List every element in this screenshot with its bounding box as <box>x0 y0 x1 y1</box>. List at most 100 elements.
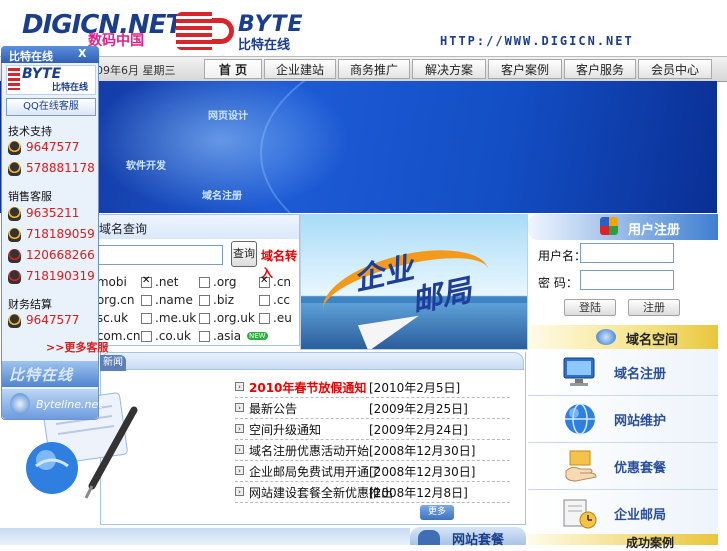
ext-checkbox[interactable] <box>141 295 152 306</box>
ext-sc-uk[interactable]: .sc.uk <box>93 311 143 327</box>
nav-customer-service[interactable]: 客户服务 <box>564 59 636 79</box>
banner-arc <box>260 81 717 213</box>
ext-me-uk[interactable]: .me.uk <box>141 311 197 327</box>
ext-asia[interactable]: .asia NEW <box>199 329 269 345</box>
login-button[interactable]: 登陆 <box>564 299 616 316</box>
qq-online-button[interactable]: QQ在线客服 <box>6 98 96 116</box>
qq-contact[interactable]: 718190319 <box>8 268 96 286</box>
news-item[interactable]: › 最新公告 [2009年2月25日] <box>235 398 510 419</box>
register-header <box>528 214 718 240</box>
ext-org-uk[interactable]: .org.uk <box>199 311 257 327</box>
qq-contact[interactable]: 9635211 <box>8 205 96 223</box>
globe-icon <box>565 403 595 435</box>
domain-search-button[interactable]: 查询 <box>231 241 257 267</box>
nav-site-building[interactable]: 企业建站 <box>264 59 336 79</box>
ext-label: .net <box>155 275 179 289</box>
qq-contact[interactable]: 578881178 <box>8 160 96 178</box>
service-enterprise-mail[interactable]: 企业邮局 <box>528 490 718 537</box>
news-tab <box>100 352 524 370</box>
ext-checkbox[interactable] <box>199 295 210 306</box>
globe-small-icon <box>596 329 616 345</box>
nav-promotion[interactable]: 商务推广 <box>338 59 410 79</box>
ext-label: .cc <box>273 293 291 307</box>
ext-checkbox[interactable] <box>259 295 270 306</box>
news-title[interactable]: 空间升级通知 <box>249 421 321 438</box>
login-form: 用户名： 密 码： 登陆 注册 <box>528 240 718 322</box>
ext-checkbox[interactable] <box>199 277 210 288</box>
news-title[interactable]: 企业邮局免费试用开通了 <box>249 463 381 480</box>
ext-checkbox[interactable] <box>259 313 270 324</box>
qq-contact[interactable]: 718189059 <box>8 226 96 244</box>
byte-logo[interactable]: BYTE 比特在线 <box>176 12 311 53</box>
qq-penguin-icon <box>8 141 21 155</box>
ext-biz[interactable]: .biz <box>199 293 249 309</box>
mail-clock-icon <box>563 499 597 529</box>
password-input[interactable] <box>580 270 674 290</box>
service-label: 优惠套餐 <box>614 461 667 476</box>
ext-checkbox[interactable] <box>199 331 210 342</box>
ext-name[interactable]: .name <box>141 293 197 309</box>
ext-eu[interactable]: .eu <box>259 311 299 327</box>
news-title[interactable]: 2010年春节放假通知 <box>249 379 366 396</box>
ext-cc[interactable]: .cc <box>259 293 299 309</box>
news-bullet-icon: › <box>235 487 244 496</box>
nav-cases[interactable]: 客户案例 <box>488 59 562 79</box>
domain-space-header <box>528 325 718 349</box>
new-badge: NEW <box>247 332 268 340</box>
ext-checkbox[interactable] <box>199 313 210 324</box>
news-bullet-icon: › <box>235 424 244 433</box>
ext-net[interactable]: .net <box>141 275 191 291</box>
nav-solutions[interactable]: 解决方案 <box>412 59 486 79</box>
qq-group-tech: 技术支持 <box>8 125 52 138</box>
service-domain-register[interactable]: 域名注册 <box>528 349 718 396</box>
register-button-label: 注册 <box>643 301 665 314</box>
service-discount-package[interactable]: 优惠套餐 <box>528 443 718 490</box>
news-date: [2009年2月25日] <box>369 402 468 416</box>
domain-search-header: 域名查询 <box>89 215 299 239</box>
news-bullet-icon: › <box>235 382 244 391</box>
ext-checkbox[interactable] <box>141 275 152 288</box>
news-title[interactable]: 最新公告 <box>249 400 297 417</box>
ext-checkbox[interactable] <box>141 313 152 324</box>
register-title: 用户注册 <box>628 223 681 238</box>
news-item[interactable]: › 网站建设套餐全新优惠推出 [2008年12月8日] <box>235 482 510 503</box>
ext-mobi[interactable]: .mobi <box>93 275 143 291</box>
service-label: 企业邮局 <box>614 508 667 523</box>
qq-contact[interactable]: 9647577 <box>8 139 96 157</box>
site-url: HTTP://WWW.DIGICN.NET <box>440 34 634 48</box>
news-title[interactable]: 域名注册优惠活动开始 <box>249 442 369 459</box>
domain-extension-grid: .mobi .net .org .cn .org.cn .name .biz .… <box>93 275 293 345</box>
qq-contact[interactable]: 9647577 <box>8 312 96 330</box>
ext-org-cn[interactable]: .org.cn <box>93 293 143 309</box>
ext-co-uk[interactable]: .co.uk <box>141 329 197 345</box>
register-button[interactable]: 注册 <box>628 299 680 316</box>
ext-label: .biz <box>213 293 235 307</box>
cases-title[interactable]: 成功案例 <box>626 534 674 551</box>
news-tab-label[interactable]: 新闻动态 <box>100 355 126 384</box>
service-site-maintenance[interactable]: 网站维护 <box>528 396 718 443</box>
globe-small-icon <box>10 393 30 415</box>
ext-checkbox[interactable] <box>141 331 152 342</box>
ext-cn[interactable]: .cn <box>259 275 299 291</box>
hero-banner: 网页设计 软件开发 域名注册 <box>0 81 717 213</box>
username-input[interactable] <box>580 243 674 263</box>
news-item[interactable]: › 2010年春节放假通知 [2010年2月5日] <box>235 377 510 398</box>
nav-member-center[interactable]: 会员中心 <box>638 59 712 79</box>
news-more-button[interactable]: 更多 <box>420 505 454 520</box>
news-item[interactable]: › 企业邮局免费试用开通了 [2008年12月30日] <box>235 461 510 482</box>
news-item[interactable]: › 域名注册优惠活动开始 [2008年12月30日] <box>235 440 510 461</box>
qq-number: 578881178 <box>26 161 95 175</box>
domain-search-panel: 域名查询 查询 域名转入 .mobi .net .org .cn .org.cn… <box>88 214 300 346</box>
email-promo-banner[interactable]: 企业 邮局 <box>300 214 528 350</box>
news-date: [2008年12月8日] <box>369 486 468 500</box>
ext-checkbox[interactable] <box>259 275 270 288</box>
nav-home[interactable]: 首 页 <box>204 59 262 79</box>
close-icon[interactable]: X <box>78 47 86 60</box>
ext-org[interactable]: .org <box>199 275 249 291</box>
package-label[interactable]: 网站套餐 <box>452 529 504 548</box>
news-item[interactable]: › 空间升级通知 [2009年2月24日] <box>235 419 510 440</box>
news-date: [2008年12月30日] <box>369 465 476 479</box>
qq-contact[interactable]: 120668266 <box>8 247 96 265</box>
qq-more-link[interactable]: >>更多客服 <box>46 339 108 355</box>
domain-search-input[interactable] <box>95 245 223 265</box>
